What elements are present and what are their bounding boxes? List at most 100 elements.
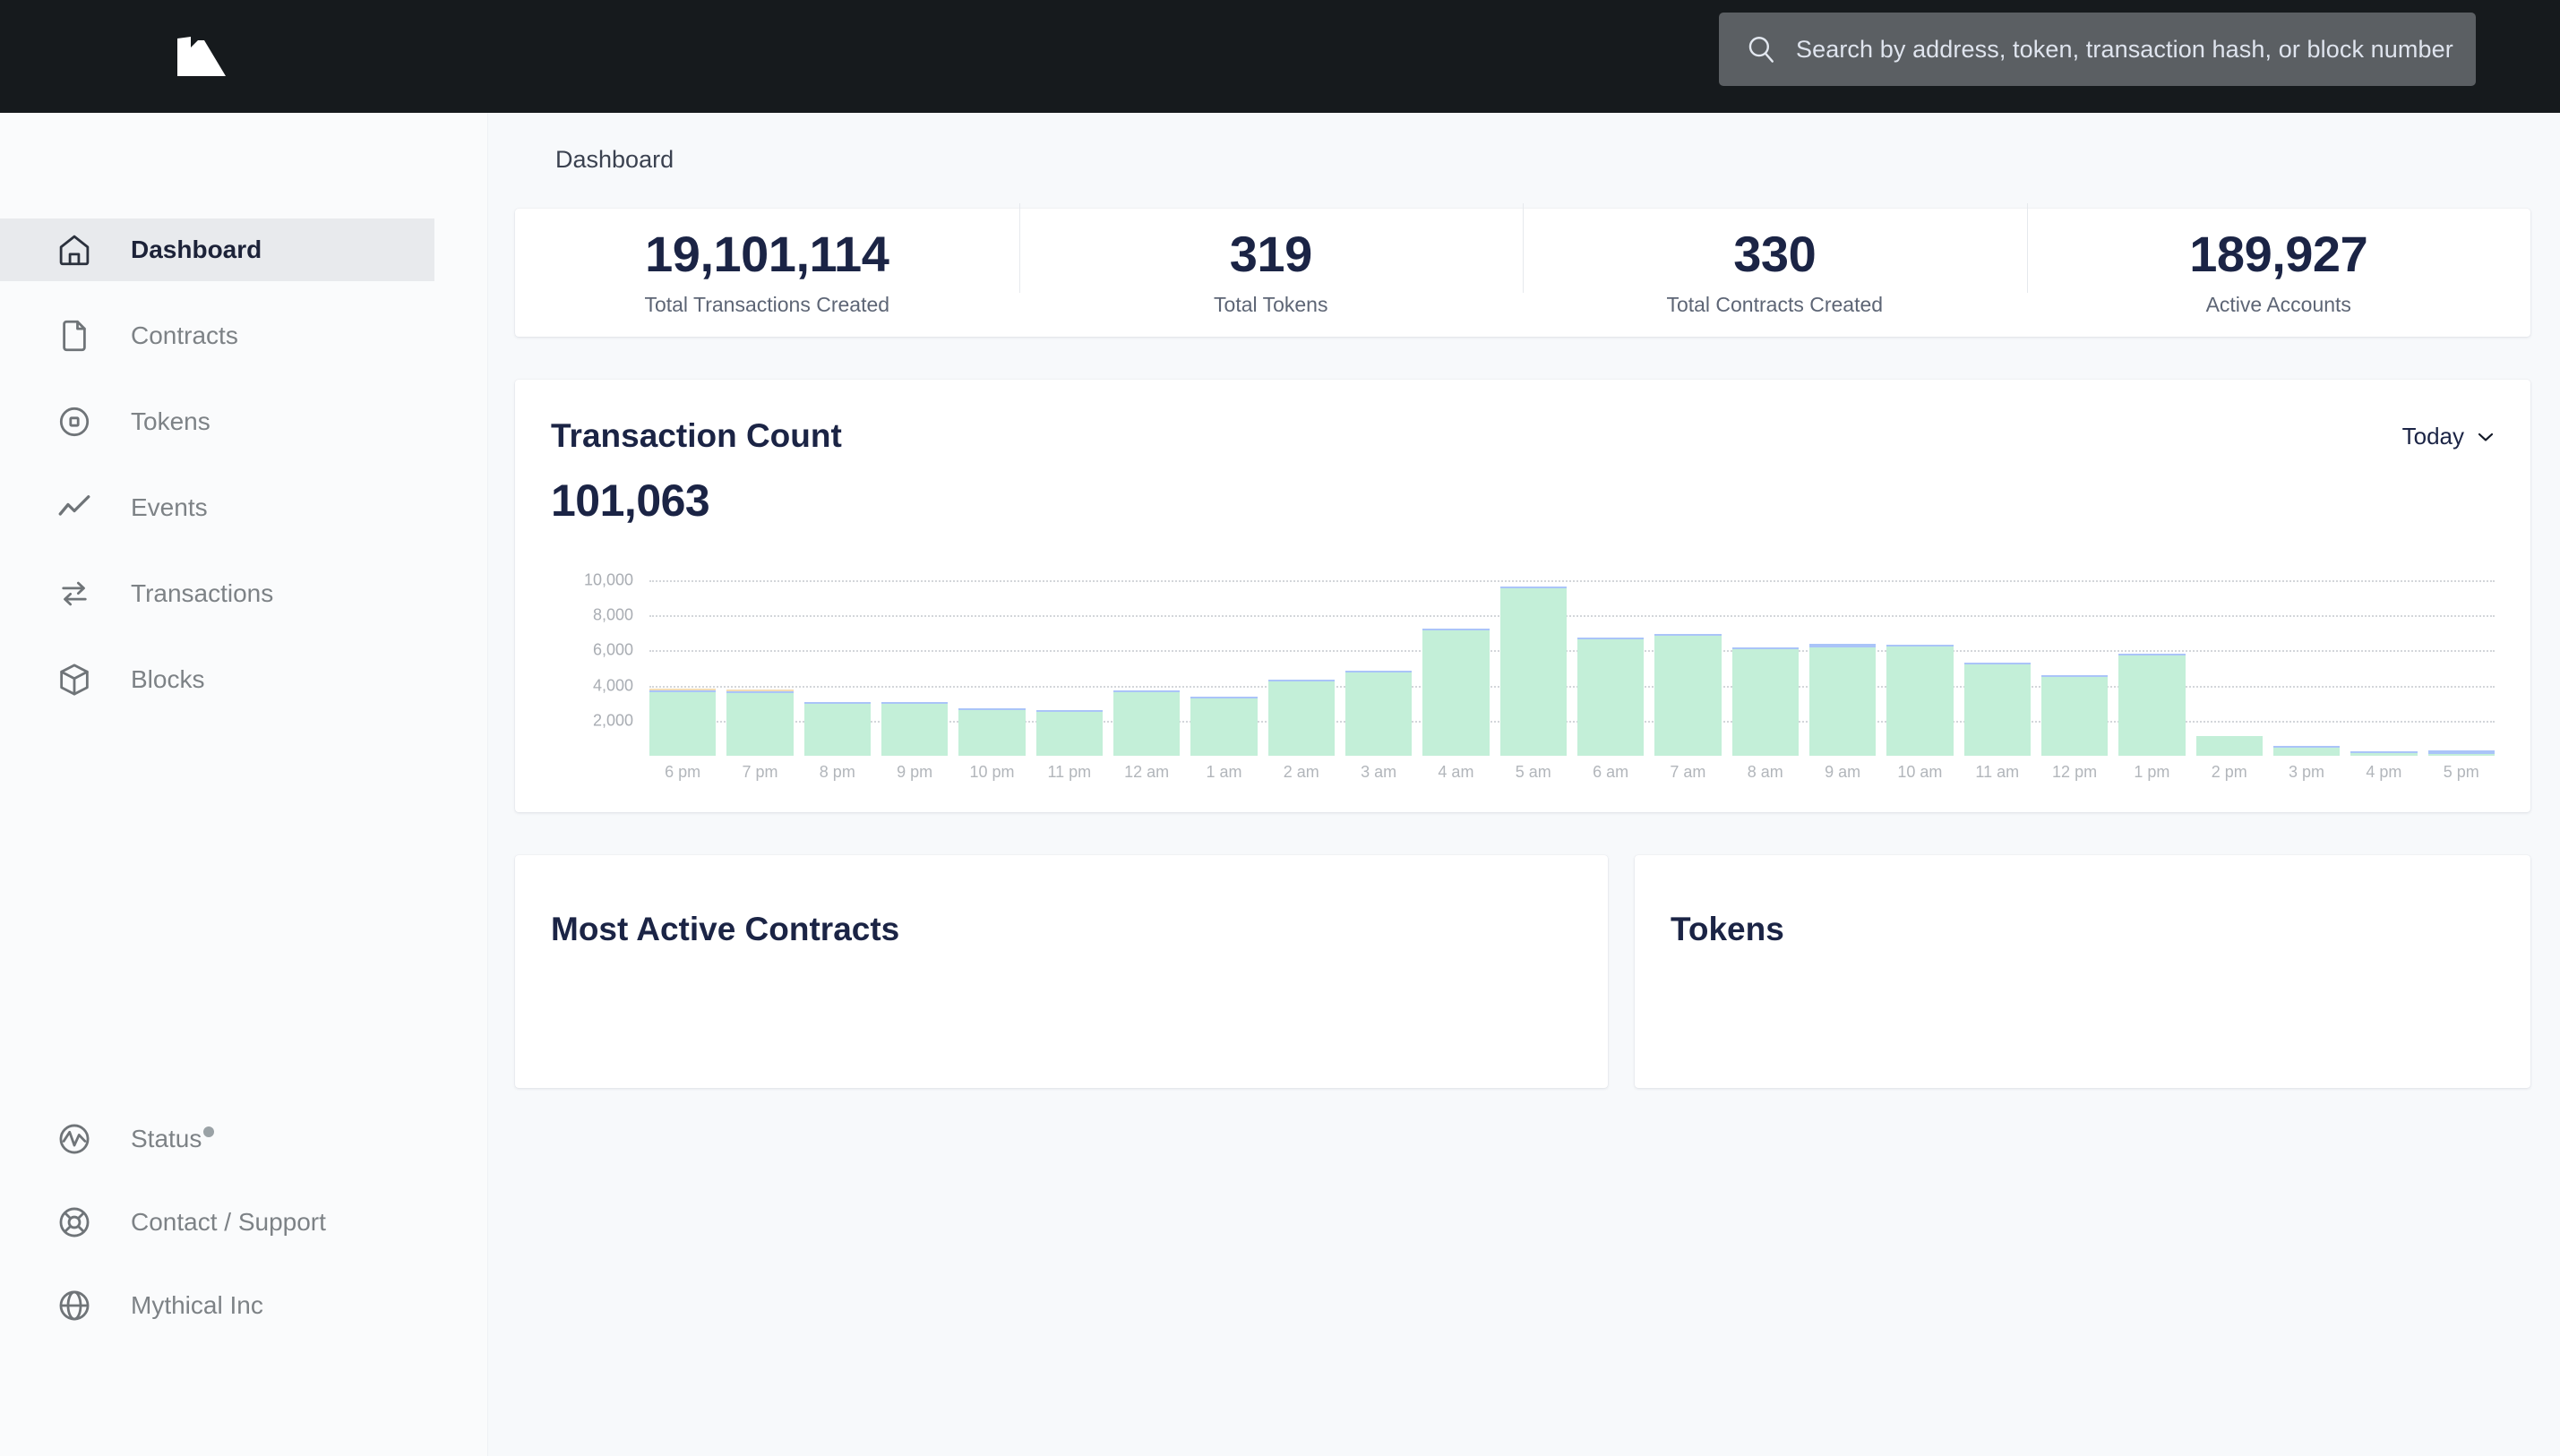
bar-segment-transactions [1809, 647, 1876, 756]
bar-segment-transactions [804, 704, 871, 756]
status-badge [203, 1126, 214, 1137]
x-axis-tick: 7 pm [726, 763, 793, 782]
sidebar: Dashboard Contracts Tokens Events [0, 113, 488, 1456]
stat-total-contracts-created: 330 Total Contracts Created [1523, 228, 2027, 318]
chart-x-axis: 6 pm7 pm8 pm9 pm10 pm11 pm12 am1 am2 am3… [649, 763, 2495, 782]
chart-y-axis: 2,0004,0006,0008,00010,000 [551, 570, 633, 756]
x-axis-tick: 7 am [1654, 763, 1721, 782]
x-axis-tick: 2 pm [2196, 763, 2263, 782]
chart-bar[interactable] [804, 570, 871, 756]
status-pulse-icon [56, 1120, 93, 1158]
stat-value: 319 [1019, 228, 1524, 281]
sidebar-item-dashboard[interactable]: Dashboard [0, 218, 434, 281]
x-axis-tick: 2 am [1268, 763, 1335, 782]
y-axis-tick: 2,000 [593, 711, 633, 730]
x-axis-tick: 4 am [1422, 763, 1489, 782]
sidebar-footer-nav: Status Contact / Support Mythical Inc [0, 1108, 488, 1358]
chart-bar[interactable] [958, 570, 1025, 756]
transaction-count-card: Transaction Count Today 101,063 2,000 4,0… [515, 380, 2530, 812]
chart-bar[interactable] [1190, 570, 1257, 756]
time-range-select[interactable]: Today [2402, 423, 2495, 450]
swap-arrows-icon [56, 575, 93, 612]
sidebar-item-tokens[interactable]: Tokens [0, 390, 488, 453]
sidebar-item-label: Dashboard [131, 236, 262, 264]
bar-segment-transactions [1190, 698, 1257, 756]
chart-bar[interactable] [1036, 570, 1103, 756]
chart-header: Transaction Count Today [551, 417, 2495, 455]
tokens-card: Tokens [1635, 855, 2530, 1088]
chart-bar[interactable] [1422, 570, 1489, 756]
sidebar-item-mythical-inc[interactable]: Mythical Inc [0, 1274, 488, 1337]
sidebar-item-contact-support[interactable]: Contact / Support [0, 1191, 488, 1254]
file-icon [56, 317, 93, 355]
x-axis-tick: 3 pm [2273, 763, 2340, 782]
sidebar-item-events[interactable]: Events [0, 476, 488, 539]
chart-bar[interactable] [1732, 570, 1799, 756]
chart-bar[interactable] [1268, 570, 1335, 756]
stat-value: 330 [1523, 228, 2027, 281]
chart-bar[interactable] [1654, 570, 1721, 756]
bar-segment-transactions [726, 693, 793, 756]
stat-label: Total Tokens [1019, 293, 1524, 317]
transaction-count-total: 101,063 [551, 475, 709, 527]
time-range-value: Today [2402, 423, 2464, 450]
x-axis-tick: 8 pm [804, 763, 871, 782]
bar-segment-transactions [1654, 636, 1721, 756]
chart-bar[interactable] [1577, 570, 1644, 756]
chart-bar[interactable] [2350, 570, 2417, 756]
main-content: Dashboard 19,101,114 Total Transactions … [488, 113, 2560, 1456]
panel-title: Most Active Contracts [551, 911, 899, 948]
bar-segment-transactions [1422, 630, 1489, 756]
bar-segment-transactions [2118, 655, 2185, 756]
x-axis-tick: 6 pm [649, 763, 716, 782]
y-axis-tick: 6,000 [593, 641, 633, 660]
chart-bars [649, 570, 2495, 756]
sidebar-item-label: Transactions [131, 579, 273, 608]
sidebar-item-blocks[interactable]: Blocks [0, 648, 488, 711]
breadcrumb: Dashboard [555, 146, 674, 174]
chart-bar[interactable] [1964, 570, 2031, 756]
chart-bar[interactable] [1113, 570, 1180, 756]
stat-active-accounts: 189,927 Active Accounts [2027, 228, 2531, 318]
chart-bar[interactable] [649, 570, 716, 756]
sidebar-item-label: Contracts [131, 321, 238, 350]
chart-bar[interactable] [2041, 570, 2108, 756]
chart-bar[interactable] [1345, 570, 1412, 756]
sidebar-item-contracts[interactable]: Contracts [0, 304, 488, 367]
chevron-down-icon [2477, 432, 2495, 442]
chart-bar[interactable] [726, 570, 793, 756]
x-axis-tick: 9 am [1809, 763, 1876, 782]
x-axis-tick: 11 pm [1036, 763, 1103, 782]
bar-segment-transactions [1732, 649, 1799, 756]
bar-segment-transactions [2350, 753, 2417, 756]
x-axis-tick: 12 pm [2041, 763, 2108, 782]
lifebuoy-icon [56, 1203, 93, 1241]
sidebar-primary-nav: Dashboard Contracts Tokens Events [0, 218, 488, 711]
sidebar-item-status[interactable]: Status [0, 1108, 488, 1170]
bar-segment-transactions [2041, 677, 2108, 756]
stat-value: 189,927 [2027, 228, 2531, 281]
chart-bar[interactable] [1500, 570, 1567, 756]
search-placeholder: Search by address, token, transaction ha… [1796, 36, 2453, 64]
x-axis-tick: 10 pm [958, 763, 1025, 782]
bar-segment-transactions [2273, 748, 2340, 756]
y-axis-tick: 4,000 [593, 676, 633, 695]
chart-bar[interactable] [881, 570, 948, 756]
chart-bar[interactable] [2118, 570, 2185, 756]
chart-bar[interactable] [2273, 570, 2340, 756]
stat-total-tokens: 319 Total Tokens [1019, 228, 1524, 318]
home-icon [56, 231, 93, 269]
sidebar-item-transactions[interactable]: Transactions [0, 562, 488, 625]
chart-bar[interactable] [1886, 570, 1953, 756]
bar-segment-transactions [1268, 681, 1335, 756]
panel-title: Tokens [1671, 911, 1784, 948]
chart-bar[interactable] [2428, 570, 2495, 756]
chart-bar[interactable] [1809, 570, 1876, 756]
mythical-logo[interactable] [176, 35, 229, 78]
x-axis-tick: 8 am [1732, 763, 1799, 782]
activity-line-icon [56, 489, 93, 527]
search-input[interactable]: Search by address, token, transaction ha… [1719, 13, 2476, 86]
stats-summary-card: 19,101,114 Total Transactions Created 31… [515, 209, 2530, 337]
chart-bar[interactable] [2196, 570, 2263, 756]
sidebar-item-label: Mythical Inc [131, 1291, 263, 1320]
